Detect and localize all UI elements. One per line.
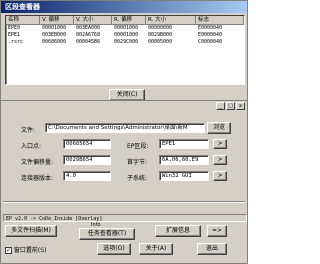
stay-on-top-checkbox[interactable]: ✓ 窗口置前(S) [5, 245, 46, 254]
subsystem-field[interactable]: Win32 GUI [159, 171, 209, 181]
cell: 000045B6 [76, 39, 101, 45]
subsystem-label: 子系统: [127, 175, 148, 182]
col-flags[interactable]: 标志 [196, 16, 244, 24]
first-bytes-field[interactable]: 6A,06,60,E9 [159, 155, 209, 165]
cell: E0000040 [198, 25, 223, 31]
maximize-icon[interactable]: □ [226, 102, 235, 110]
ep-section-field[interactable]: EPE1 [159, 139, 209, 149]
cell: C0000040 [198, 39, 223, 45]
col-rsize[interactable]: R. 大小 [146, 16, 196, 24]
table-row[interactable]: .rsrc 00686000 000045B6 0029C000 0000500… [6, 39, 244, 46]
table-row[interactable]: EPE0 00001000 003EA000 00001000 00000000… [6, 25, 244, 32]
window-controls: _ □ x [216, 102, 245, 110]
stay-on-top-label: 窗口置前(S) [13, 247, 47, 254]
cell: 00001000 [114, 32, 139, 38]
section-viewer-window: 区段查看器 名称 V. 偏移 V. 大小 R. 偏移 R. 大小 标志 EPE0… [0, 0, 248, 104]
section-viewer-title: 区段查看器 [1, 1, 247, 13]
multi-scan-button[interactable]: 多文件扫描(M) [5, 225, 57, 237]
main-window: _ □ x 文件: C:\Documents and Settings\Admi… [0, 100, 248, 264]
exit-button[interactable]: 退出 [197, 243, 227, 255]
cell: 003EB000 [42, 32, 67, 38]
ep-section-label: EP区段: [127, 143, 149, 150]
file-offset-field[interactable]: 0029B654 [63, 155, 111, 165]
cell: 00686000 [42, 39, 67, 45]
cell: EPE0 [8, 25, 21, 31]
cell: EPE1 [8, 32, 21, 38]
cell: 00005000 [148, 39, 173, 45]
cell: 00001000 [114, 25, 139, 31]
col-name[interactable]: 名称 [6, 16, 40, 24]
col-roffset[interactable]: R. 偏移 [112, 16, 146, 24]
divider [3, 201, 245, 203]
about-button[interactable]: 关于(A) [139, 243, 173, 255]
cell: 002A6768 [76, 32, 101, 38]
options-button[interactable]: 选项(O) [97, 243, 131, 255]
subsystem-arrow-button[interactable]: > [213, 171, 227, 181]
entry-point-field[interactable]: 00685654 [63, 139, 111, 149]
entry-point-label: 入口点: [21, 143, 42, 150]
minimize-icon[interactable]: _ [216, 102, 225, 110]
plugin-info-button[interactable]: 扩展信息 [155, 225, 201, 237]
ep-section-arrow-button[interactable]: > [213, 139, 227, 149]
close-icon[interactable]: x [236, 102, 245, 110]
browse-button[interactable]: 浏览 [207, 122, 231, 134]
section-table[interactable]: 名称 V. 偏移 V. 大小 R. 偏移 R. 大小 标志 EPE0 00001… [5, 15, 245, 85]
cell: 00000000 [148, 25, 173, 31]
first-bytes-label: 首字节: [127, 159, 148, 166]
detection-status: EP v2.0 -> CoDe_Inside [Overlay] [3, 214, 247, 222]
file-offset-label: 文件偏移量: [21, 159, 54, 166]
cell: 00001000 [42, 25, 67, 31]
cell: 003EA000 [76, 25, 101, 31]
col-vsize[interactable]: V. 大小 [74, 16, 112, 24]
file-label: 文件: [21, 127, 36, 134]
linker-version-field[interactable]: 4.0 [63, 171, 111, 181]
more-button[interactable]: => [207, 225, 227, 237]
table-row[interactable]: EPE1 003EB000 002A6768 00001000 0029B000… [6, 32, 244, 39]
task-viewer-button[interactable]: 任务查看器(T) [79, 228, 135, 240]
first-bytes-arrow-button[interactable]: > [213, 155, 227, 165]
col-voffset[interactable]: V. 偏移 [40, 16, 74, 24]
cell: 0029B000 [148, 32, 173, 38]
file-path-field[interactable]: C:\Documents and Settings\Administrator\… [45, 123, 205, 133]
cell: .rsrc [8, 39, 24, 45]
section-table-header: 名称 V. 偏移 V. 大小 R. 偏移 R. 大小 标志 [6, 16, 244, 25]
cell: 0029C000 [114, 39, 139, 45]
linker-version-label: 连接器版本: [21, 175, 54, 182]
cell: E0000040 [198, 32, 223, 38]
checkbox-check-icon[interactable]: ✓ [5, 247, 12, 254]
